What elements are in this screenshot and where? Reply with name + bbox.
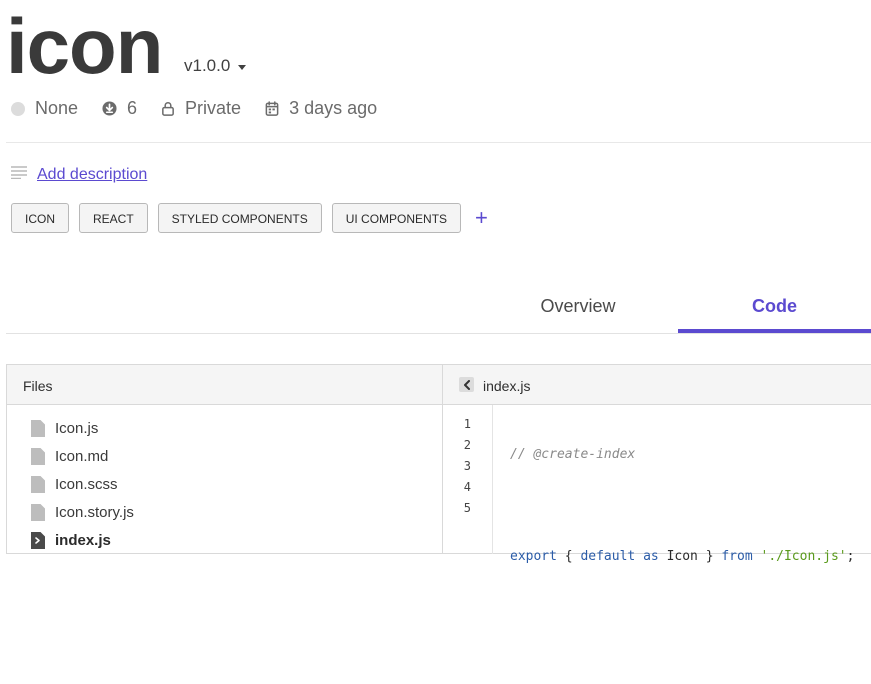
open-file-name: index.js bbox=[483, 378, 531, 394]
tag-ui-components[interactable]: UI COMPONENTS bbox=[331, 203, 462, 233]
file-item-icon-md[interactable]: Icon.md bbox=[31, 442, 134, 470]
code-content: // @create-index export { default as Ico… bbox=[510, 414, 854, 684]
code-line-1: // @create-index bbox=[510, 444, 854, 465]
add-tag-plus-icon[interactable]: + bbox=[475, 203, 488, 233]
status-dot-icon bbox=[11, 101, 25, 116]
description-lines-icon bbox=[11, 165, 27, 184]
file-icon bbox=[31, 503, 45, 521]
updated-label: 3 days ago bbox=[289, 98, 378, 118]
file-icon bbox=[31, 419, 45, 437]
line-number: 5 bbox=[463, 501, 471, 515]
code-comment: // @create-index bbox=[510, 447, 636, 462]
updated-item: 3 days ago bbox=[265, 98, 377, 119]
line-number: 1 bbox=[463, 417, 471, 431]
file-name: Icon.story.js bbox=[55, 503, 134, 521]
tag-react[interactable]: REACT bbox=[79, 203, 148, 233]
files-header-label: Files bbox=[23, 378, 53, 394]
files-header: Files bbox=[7, 365, 442, 405]
file-item-icon-story-js[interactable]: Icon.story.js bbox=[31, 498, 134, 526]
file-icon bbox=[31, 475, 45, 493]
calendar-icon bbox=[265, 101, 279, 116]
download-icon bbox=[102, 101, 117, 116]
version-dropdown[interactable]: v1.0.0 bbox=[184, 56, 247, 76]
tag-icon[interactable]: ICON bbox=[11, 203, 69, 233]
visibility-item: Private bbox=[161, 98, 241, 119]
file-item-index-js[interactable]: index.js bbox=[31, 526, 134, 554]
tab-overview[interactable]: Overview bbox=[508, 296, 648, 317]
file-name: Icon.md bbox=[55, 447, 109, 465]
file-active-icon bbox=[31, 531, 45, 549]
file-icon bbox=[31, 447, 45, 465]
line-numbers: 1 2 3 4 5 bbox=[443, 414, 471, 519]
version-label: v1.0.0 bbox=[184, 56, 231, 75]
file-name: Icon.js bbox=[55, 419, 99, 437]
code-header: index.js bbox=[443, 365, 871, 405]
downloads-count: 6 bbox=[127, 98, 138, 118]
tabs-divider bbox=[6, 333, 871, 334]
chevron-left-icon bbox=[463, 379, 470, 390]
lock-icon bbox=[161, 101, 175, 116]
file-item-icon-scss[interactable]: Icon.scss bbox=[31, 470, 134, 498]
file-item-icon-js[interactable]: Icon.js bbox=[31, 414, 134, 442]
chevron-down-icon bbox=[238, 65, 247, 70]
add-description-link[interactable]: Add description bbox=[37, 166, 147, 184]
divider bbox=[6, 142, 871, 143]
file-name: Icon.scss bbox=[55, 475, 118, 493]
tag-styled-components[interactable]: STYLED COMPONENTS bbox=[157, 203, 322, 233]
package-title: icon bbox=[6, 2, 163, 90]
visibility-label: Private bbox=[185, 98, 242, 118]
tab-code[interactable]: Code bbox=[678, 296, 871, 317]
description-row: Add description bbox=[11, 165, 147, 184]
meta-row: None 6 Private 3 days ago bbox=[11, 98, 401, 119]
collapse-button[interactable] bbox=[459, 377, 474, 392]
line-number: 3 bbox=[463, 459, 471, 473]
file-list: Icon.js Icon.md Icon.scss Icon.story.js … bbox=[31, 414, 134, 554]
status-label: None bbox=[35, 98, 79, 118]
status-item: None bbox=[11, 98, 78, 119]
tags-row: ICON REACT STYLED COMPONENTS UI COMPONEN… bbox=[11, 203, 488, 233]
line-number: 2 bbox=[463, 438, 471, 452]
downloads-item: 6 bbox=[102, 98, 137, 119]
file-name: index.js bbox=[55, 531, 111, 549]
line-number: 4 bbox=[463, 480, 471, 494]
